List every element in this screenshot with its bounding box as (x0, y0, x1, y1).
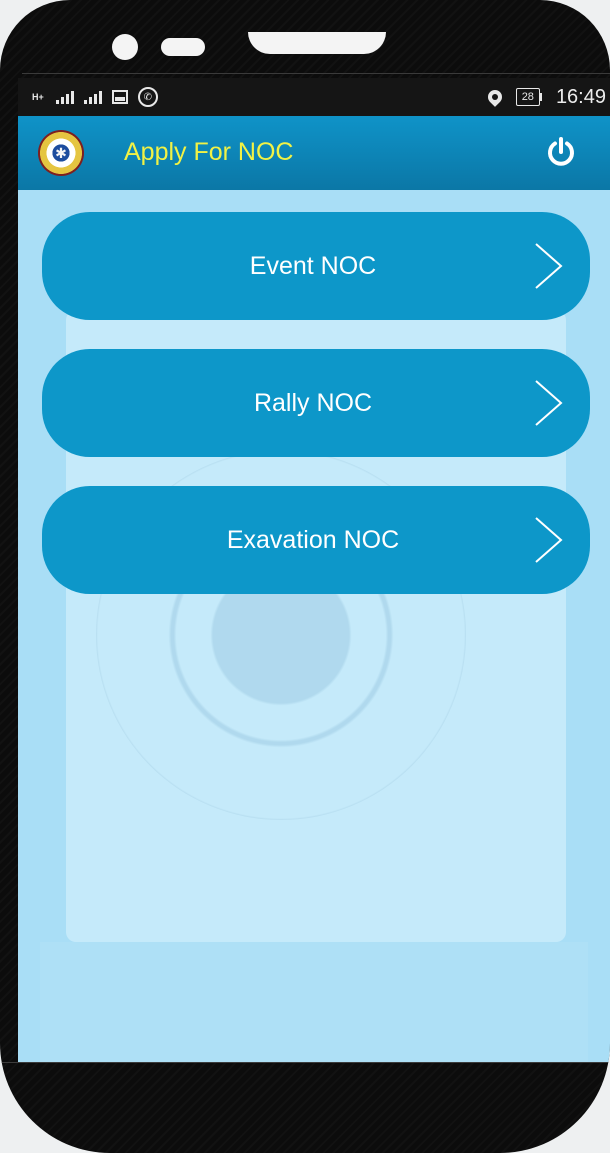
footer-area (40, 942, 588, 1063)
chevron-right-icon (535, 517, 563, 563)
exavation-noc-label: Exavation NOC (226, 526, 400, 554)
signal-strength-2-icon (83, 90, 102, 104)
signal-strength-icon (55, 90, 74, 104)
whatsapp-notification-icon: ✆ (137, 87, 158, 107)
traffic-police-emblem-icon: ✱ (38, 130, 84, 176)
exavation-noc-button[interactable]: Exavation NOC (42, 486, 590, 594)
camera-icon (112, 34, 138, 60)
power-icon[interactable] (546, 137, 576, 167)
app-bar: ✱ Apply For NOC (18, 116, 610, 190)
phone-frame: H+ ✆ 28 16:49 ✱ Apply For NOC Event NOC … (0, 0, 610, 1153)
page-title: Apply For NOC (124, 138, 294, 166)
earpiece-speaker (248, 32, 386, 54)
clock: 16:49 (555, 85, 606, 108)
chevron-right-icon (535, 243, 563, 289)
battery-level: 28 (515, 88, 540, 106)
gallery-notification-icon (111, 90, 128, 104)
bezel-divider-bottom (0, 1062, 610, 1063)
rally-noc-label: Rally NOC (253, 389, 373, 417)
chevron-right-icon (535, 380, 563, 426)
bezel-divider (22, 73, 610, 74)
sensor-icon (161, 38, 205, 56)
network-type: H+ (32, 92, 44, 102)
location-icon (484, 87, 505, 107)
event-noc-button[interactable]: Event NOC (42, 212, 590, 320)
rally-noc-button[interactable]: Rally NOC (42, 349, 590, 457)
battery-icon: 28 (515, 88, 542, 106)
status-bar: H+ ✆ 28 16:49 (18, 78, 610, 116)
event-noc-label: Event NOC (249, 252, 377, 280)
app-screen: H+ ✆ 28 16:49 ✱ Apply For NOC Event NOC … (18, 78, 610, 1063)
